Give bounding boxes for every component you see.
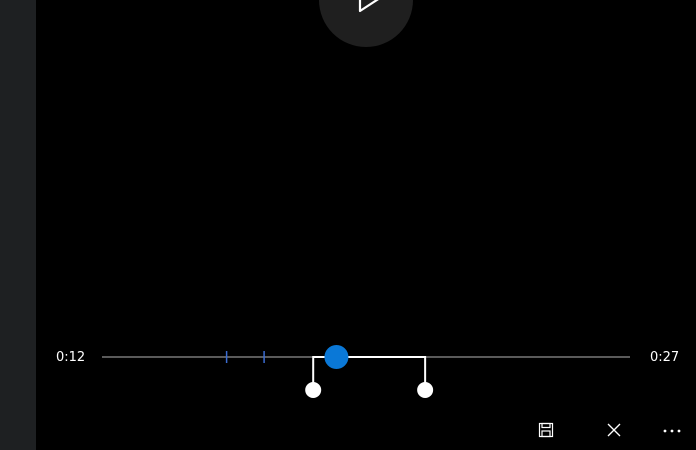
- play-icon: [358, 0, 379, 13]
- more-options-button[interactable]: [659, 416, 687, 444]
- save-button[interactable]: [532, 416, 560, 444]
- close-button[interactable]: [600, 416, 628, 444]
- close-icon: [607, 423, 621, 437]
- trim-start-handle[interactable]: [305, 382, 322, 398]
- save-icon: [538, 422, 554, 438]
- trim-end-handle[interactable]: [417, 382, 434, 398]
- playhead-handle[interactable]: [324, 345, 349, 369]
- timeline-scrubber[interactable]: [0, 330, 696, 410]
- more-icon: [663, 429, 681, 433]
- play-button[interactable]: [319, 0, 413, 47]
